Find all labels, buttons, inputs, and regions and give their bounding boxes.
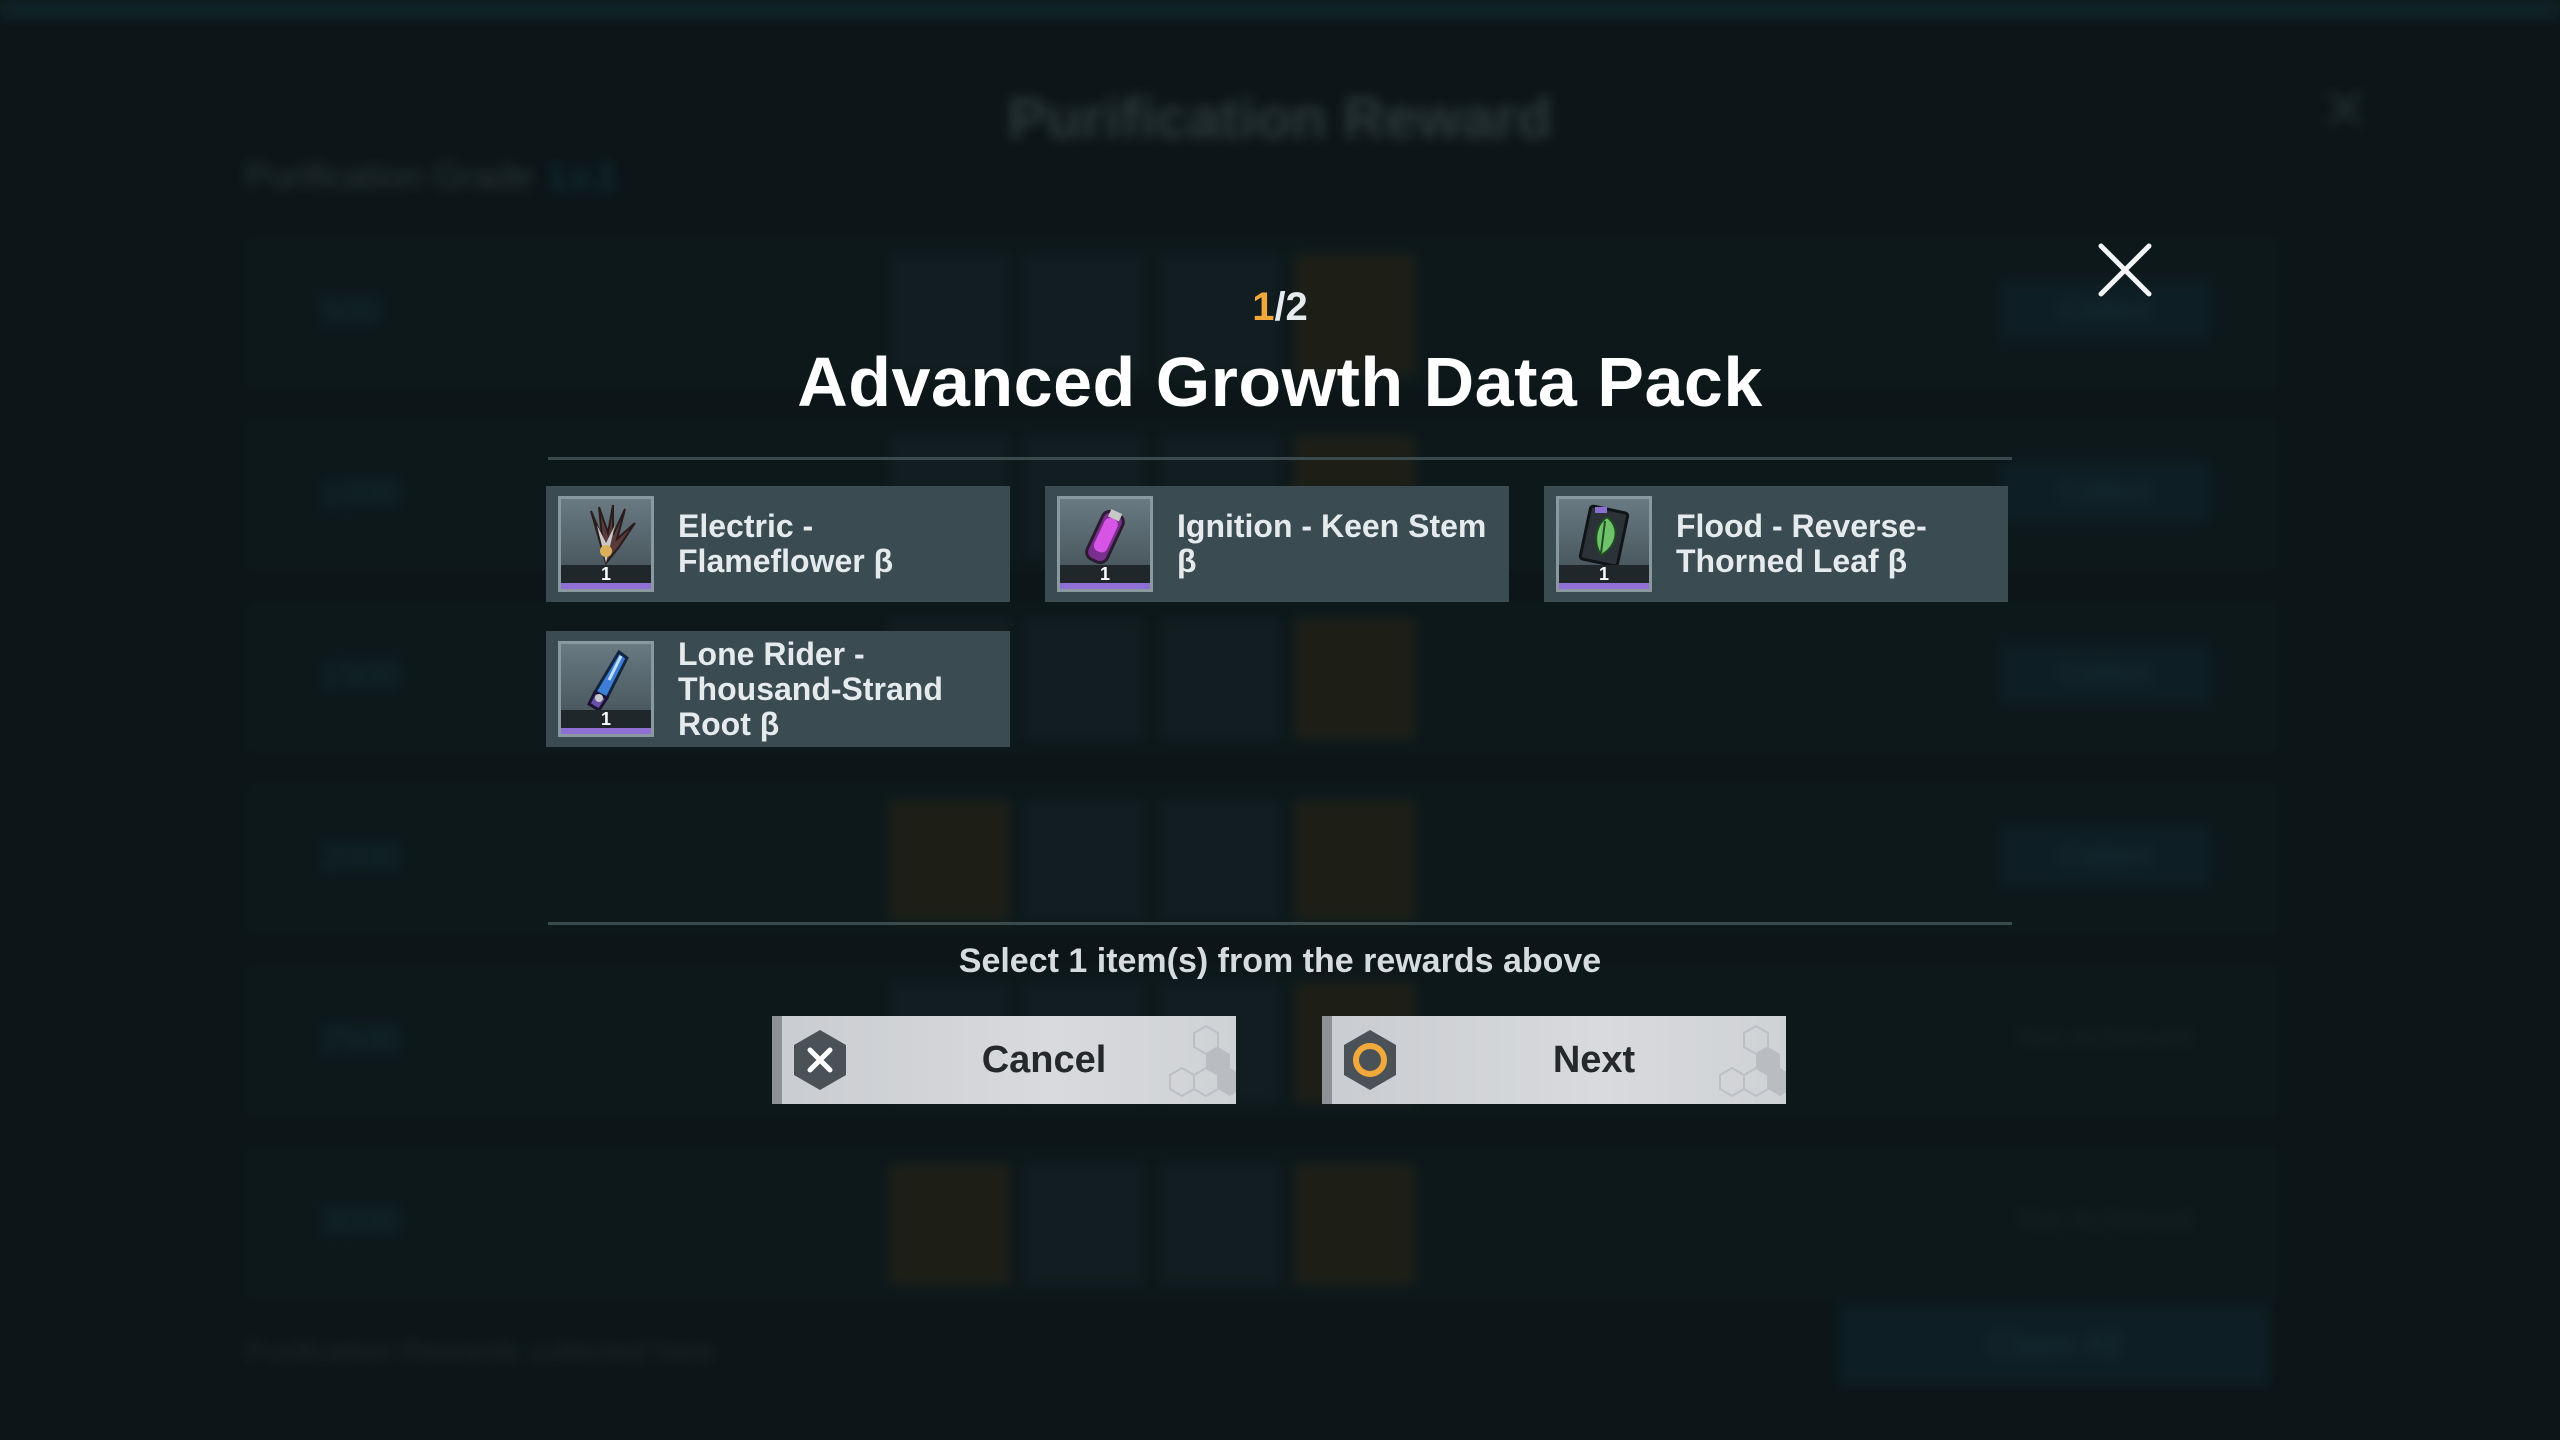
counter-total: /2 [1274, 285, 1308, 329]
dialog-title: Advanced Growth Data Pack [797, 343, 1763, 421]
reward-name: Ignition - Keen Stem β [1177, 508, 1487, 579]
thorned-leaf-icon: 1 [1556, 496, 1652, 592]
cancel-button[interactable]: Cancel [772, 1016, 1236, 1104]
hex-pattern-decoration [1719, 1024, 1786, 1098]
reward-item-ignition-keen-stem[interactable]: 1 Ignition - Keen Stem β [1045, 486, 1509, 602]
counter-current: 1 [1252, 285, 1275, 329]
modal-overlay[interactable] [0, 0, 2560, 1440]
keen-stem-icon: 1 [1057, 496, 1153, 592]
reward-item-lone-rider-strand-root[interactable]: 1 Lone Rider - Thousand-Strand Root β [546, 631, 1010, 747]
selection-hint: Select 1 item(s) from the rewards above [958, 942, 1602, 980]
cross-button-icon [794, 1030, 846, 1090]
reward-name: Lone Rider - Thousand-Strand Root β [678, 635, 943, 742]
flameflower-icon: 1 [558, 496, 654, 592]
item-count: 1 [600, 564, 611, 584]
item-count: 1 [1099, 564, 1110, 584]
circle-button-icon [1344, 1030, 1396, 1090]
next-button[interactable]: Next [1322, 1016, 1786, 1104]
pack-counter: 1/2 [0, 285, 2560, 330]
reward-item-flood-thorned-leaf[interactable]: 1 Flood - Reverse-Thorned Leaf β [1544, 486, 2008, 602]
divider [548, 457, 2012, 460]
item-count: 1 [1598, 564, 1609, 584]
reward-item-electric-flameflower[interactable]: 1 Electric - Flameflower β [546, 486, 1010, 602]
strand-root-icon: 1 [558, 641, 654, 737]
reward-name: Electric - Flameflower β [678, 508, 894, 579]
item-count: 1 [600, 709, 611, 729]
divider [548, 922, 2012, 925]
hex-pattern-decoration [1169, 1024, 1236, 1098]
reward-name: Flood - Reverse-Thorned Leaf β [1676, 508, 1927, 579]
